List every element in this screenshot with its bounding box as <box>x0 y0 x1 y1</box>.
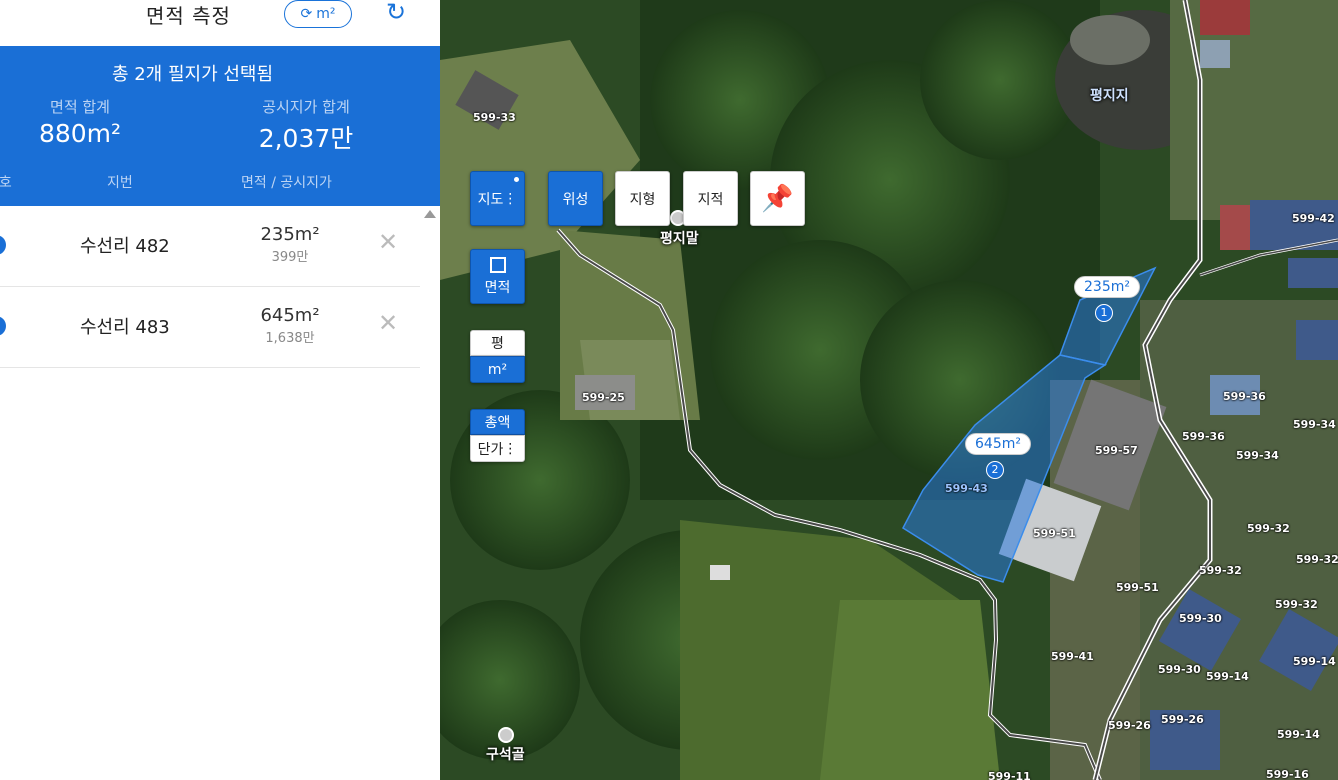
parcel-label: 599-36 <box>1182 430 1225 443</box>
terrain-button[interactable]: 지형 <box>615 171 670 226</box>
unit-m2-button[interactable]: m² <box>470 356 525 383</box>
parcel-row[interactable]: 수선리 482 235m² 399만 ✕ <box>0 206 420 287</box>
column-header-number: 번호 <box>0 175 12 191</box>
unit-toggle-button[interactable]: ⟳ m² <box>284 0 352 28</box>
area-callout-1: 235m² <box>1074 276 1140 298</box>
row-price: 399만 <box>271 250 309 265</box>
area-sum-label: 면적 합계 <box>50 98 110 116</box>
parcel-label: 599-25 <box>582 391 625 404</box>
parcel-label: 599-26 <box>1161 713 1204 726</box>
satellite-map[interactable]: 평지말 구석골 평지지 599-33 599-42 599-25 599-36 … <box>440 0 1338 780</box>
unit-price-button[interactable]: 단가 ⋮ <box>470 435 525 462</box>
row-jibun: 수선리 482 <box>80 236 170 257</box>
satellite-button[interactable]: 위성 <box>548 171 603 226</box>
area-measure-label: 면적 <box>484 279 511 296</box>
map-imagery <box>440 0 1338 780</box>
place-label-pond: 평지지 <box>1090 88 1129 104</box>
parcel-label: 599-14 <box>1277 728 1320 741</box>
row-number-badge <box>0 235 6 255</box>
summary-box: 총 2개 필지가 선택됨 면적 합계 880m² 공시지가 합계 2,037만 … <box>0 46 440 206</box>
indicator-dot-icon <box>514 177 519 182</box>
close-icon[interactable]: ✕ <box>378 228 398 256</box>
area-square-icon <box>489 256 506 273</box>
parcel-label: 599-33 <box>473 111 516 124</box>
parcel-label: 599-32 <box>1199 564 1242 577</box>
area-measure-button[interactable]: 면적 <box>470 249 525 304</box>
row-jibun: 수선리 483 <box>80 317 170 338</box>
selection-count: 총 2개 필지가 선택됨 <box>111 64 274 85</box>
parcel-label: 599-41 <box>1051 650 1094 663</box>
parcel-label: 599-26 <box>1108 719 1151 732</box>
parcel-label: 599-32 <box>1275 598 1318 611</box>
parcel-label: 599-34 <box>1236 449 1279 462</box>
cadastral-button[interactable]: 지적 <box>683 171 738 226</box>
place-label-pyeongjimal: 평지말 <box>660 231 699 247</box>
row-area: 235m² <box>260 224 320 245</box>
parcel-label: 599-36 <box>1223 390 1266 403</box>
parcel-label: 599-32 <box>1247 522 1290 535</box>
price-sum-label: 공시지가 합계 <box>262 98 350 116</box>
parcel-label: 599-34 <box>1293 418 1336 431</box>
area-callout-2: 645m² <box>965 433 1031 455</box>
panel-title: 면적 측정 <box>146 4 231 28</box>
scroll-up-icon[interactable] <box>424 210 436 218</box>
area-sum-value: 880m² <box>38 119 122 148</box>
area-measure-panel: 면적 측정 ⟳ m² ↻ 총 2개 필지가 선택됨 면적 합계 880m² 공시… <box>0 0 440 780</box>
price-sum: 공시지가 합계 2,037만 <box>206 96 406 155</box>
parcel-label: 599-30 <box>1158 663 1201 676</box>
more-icon: ⋮ <box>503 190 518 207</box>
unit-price-label: 단가 <box>477 441 504 458</box>
row-price: 1,638만 <box>265 331 315 346</box>
parcel-number-2: 2 <box>986 461 1004 479</box>
row-area: 645m² <box>260 305 320 326</box>
parcel-label: 599-51 <box>1116 581 1159 594</box>
parcel-label: 599-14 <box>1206 670 1249 683</box>
panel-header: 면적 측정 ⟳ m² ↻ <box>0 0 440 46</box>
pin-icon[interactable]: 📌 <box>750 171 805 226</box>
parcel-label: 599-30 <box>1179 612 1222 625</box>
total-price-button[interactable]: 총액 <box>470 409 525 435</box>
unit-pyeong-button[interactable]: 평 <box>470 330 525 356</box>
reset-icon[interactable]: ↻ <box>386 0 414 28</box>
parcel-label: 599-51 <box>1033 527 1076 540</box>
unit-toggle-label: m² <box>316 6 336 22</box>
map-type-button[interactable]: 지도 ⋮ <box>470 171 525 226</box>
price-sum-value: 2,037만 <box>258 124 354 153</box>
parcel-label: 599-11 <box>988 770 1031 780</box>
area-sum: 면적 합계 880m² <box>0 96 180 148</box>
place-label-guseokgol: 구석골 <box>486 747 525 763</box>
parcel-label: 599-14 <box>1293 655 1336 668</box>
column-header-area: 면적 / 공시지가 <box>241 175 332 191</box>
parcel-row[interactable]: 수선리 483 645m² 1,638만 ✕ <box>0 287 420 368</box>
parcel-label: 599-16 <box>1266 768 1309 780</box>
place-marker-icon <box>498 727 514 743</box>
more-icon: ⋮ <box>503 440 518 457</box>
parcel-label: 599-57 <box>1095 444 1138 457</box>
parcel-label: 599-43 <box>945 482 988 495</box>
refresh-icon: ⟳ <box>300 6 313 22</box>
close-icon[interactable]: ✕ <box>378 309 398 337</box>
parcel-label: 599-42 <box>1292 212 1335 225</box>
column-header-jibun: 지번 <box>107 175 133 191</box>
parcel-number-1: 1 <box>1095 304 1113 322</box>
parcel-label: 599-32 <box>1296 553 1338 566</box>
row-number-badge <box>0 316 6 336</box>
map-type-label: 지도 <box>477 191 504 208</box>
